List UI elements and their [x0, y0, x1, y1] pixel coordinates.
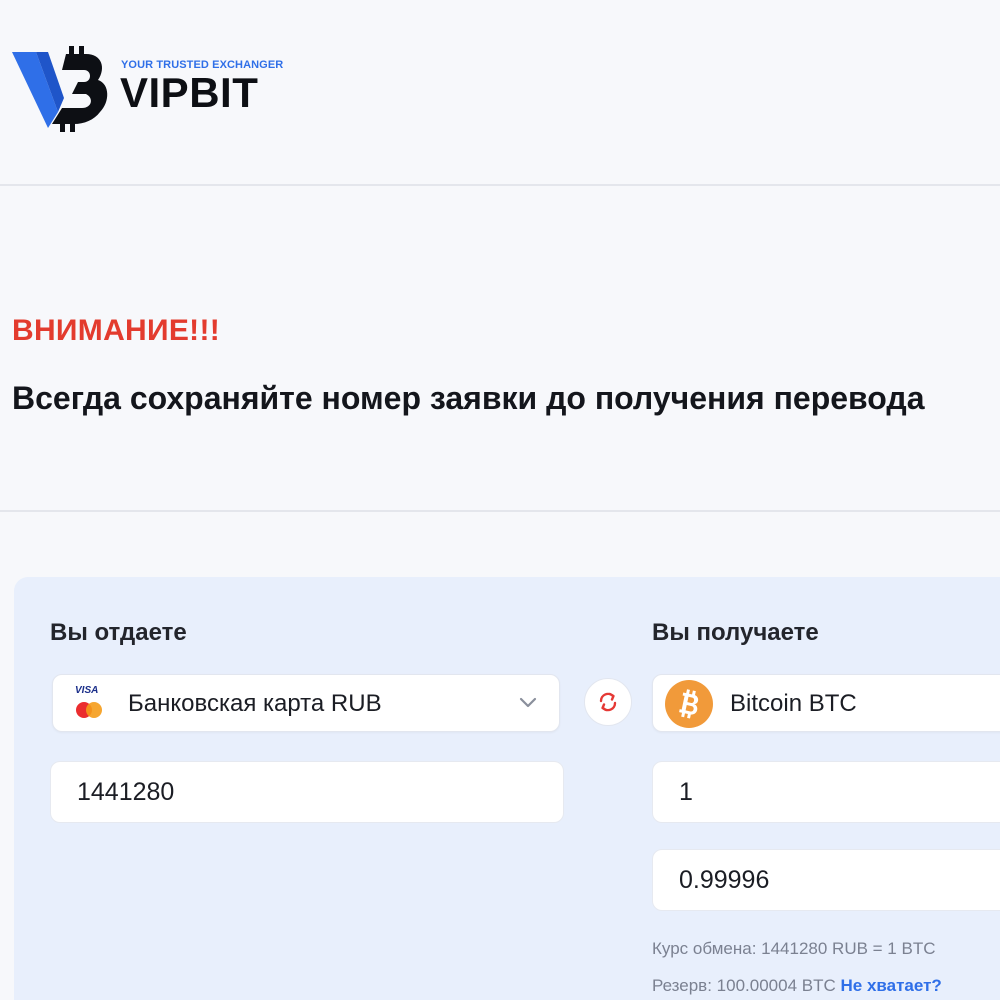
- site-header: YOUR TRUSTED EXCHANGER VIPBIT: [0, 0, 1000, 186]
- chevron-down-icon: [519, 697, 537, 708]
- receive-currency-name: Bitcoin BTC: [730, 690, 857, 717]
- bitcoin-symbol-icon: [679, 689, 699, 719]
- visa-mastercard-icon: VISA: [73, 685, 105, 721]
- warning-section: ВНИМАНИЕ!!! Всегда сохраняйте номер заяв…: [0, 188, 1000, 512]
- vb-logo-mark-icon: [12, 46, 108, 132]
- give-currency-select[interactable]: VISA Банковская карта RUB: [52, 674, 560, 732]
- logo-name: VIPBIT: [120, 69, 259, 116]
- swap-arrows-icon: [599, 692, 617, 712]
- bitcoin-icon: [665, 680, 713, 728]
- not-enough-link[interactable]: Не хватает?: [840, 976, 941, 995]
- give-currency-name: Банковская карта RUB: [128, 690, 382, 717]
- give-label: Вы отдаете: [50, 619, 187, 646]
- vipbit-logo[interactable]: YOUR TRUSTED EXCHANGER VIPBIT: [12, 46, 283, 138]
- exchange-rate-text: Курс обмена: 1441280 RUB = 1 BTC: [652, 939, 936, 958]
- receive-net-amount-input[interactable]: [652, 849, 1000, 911]
- reserve-text: Резерв: 100.00004 BTC: [652, 976, 836, 995]
- exchange-form: Вы отдаете Вы получаете VISA Банковская …: [14, 577, 1000, 1000]
- reserve-info: Резерв: 100.00004 BTC Не хватает?: [652, 976, 942, 996]
- give-amount-input[interactable]: [50, 761, 564, 823]
- receive-amount-input[interactable]: [652, 761, 1000, 823]
- visa-label: VISA: [75, 685, 99, 696]
- warning-text: Всегда сохраняйте номер заявки до получе…: [12, 380, 925, 416]
- receive-currency-select[interactable]: Bitcoin BTC: [652, 674, 1000, 732]
- warning-title: ВНИМАНИЕ!!!: [12, 314, 221, 347]
- swap-button[interactable]: [584, 678, 632, 726]
- receive-label: Вы получаете: [652, 619, 819, 646]
